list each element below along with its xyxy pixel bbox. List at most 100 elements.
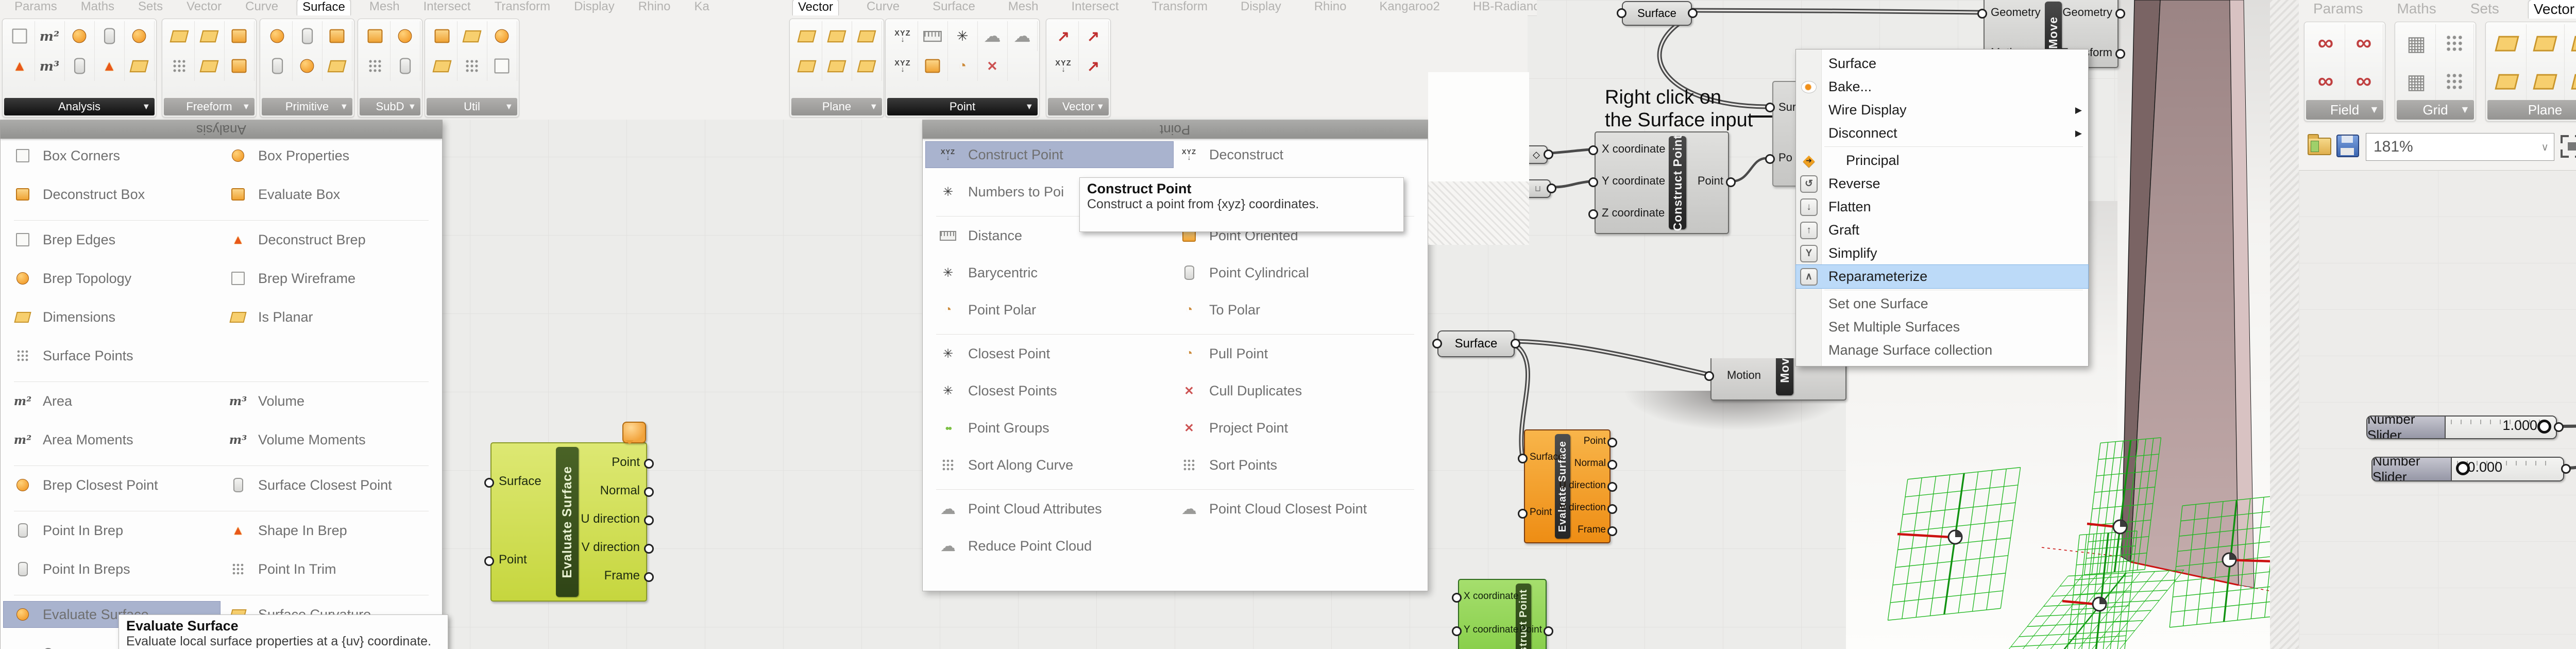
menu-item-area[interactable]: Area: [12, 388, 72, 414]
point-oriented-icon[interactable]: [918, 51, 948, 81]
plane-origin-icon[interactable]: [852, 21, 882, 51]
subd-box-icon[interactable]: [360, 21, 391, 51]
evaluate-surface-component-output-nub[interactable]: [644, 487, 654, 497]
tab-vector[interactable]: Vector: [181, 0, 227, 15]
evaluate-surface-component-orange-output-nub[interactable]: [1607, 504, 1617, 514]
menu-item-distance[interactable]: Distance: [937, 223, 1022, 248]
flip-icon[interactable]: [427, 51, 457, 81]
dropdown-arrow-icon[interactable]: ▼: [1096, 102, 1105, 112]
construct-plane-icon[interactable]: [822, 21, 852, 51]
menu-item-is-planar[interactable]: Is Planar: [227, 304, 313, 330]
number-slider-grip[interactable]: [2456, 461, 2470, 475]
extrude-icon[interactable]: [224, 21, 255, 51]
ribbon-group-label-primitive[interactable]: Primitive▼: [262, 98, 352, 115]
menu-item-pull-point[interactable]: Pull Point: [1178, 341, 1268, 367]
menu-item-point-groups[interactable]: Point Groups: [937, 415, 1049, 441]
context-item-set-multiple-surfaces[interactable]: Set Multiple Surfaces: [1796, 315, 2088, 339]
param-a-output-nub[interactable]: [1544, 149, 1553, 159]
context-item-graft[interactable]: ↑Graft: [1796, 219, 2088, 242]
radial-grid-icon[interactable]: [2435, 24, 2474, 62]
menu-item-to-polar[interactable]: To Polar: [1178, 297, 1260, 323]
construct-point-icon[interactable]: [888, 21, 918, 51]
number-slider-track[interactable]: 0.000: [2452, 458, 2563, 480]
dropdown-arrow-icon[interactable]: ▼: [408, 102, 416, 112]
plane-srf-icon[interactable]: [322, 51, 352, 81]
field-line-icon[interactable]: [2307, 24, 2345, 62]
menu-item-reduce-point-cloud[interactable]: Reduce Point Cloud: [937, 533, 1092, 559]
menu-item-deconstruct-brep[interactable]: Deconstruct Brep: [227, 227, 366, 253]
dropdown-arrow-icon[interactable]: ▼: [1025, 102, 1033, 112]
hexagonal-grid-icon[interactable]: [2397, 62, 2436, 101]
subd-sphere-icon[interactable]: [390, 21, 420, 51]
ribbon-group-label-grid[interactable]: Grid▼: [2397, 100, 2474, 120]
dropdown-arrow-icon[interactable]: ▼: [340, 102, 348, 112]
menu-item-cull-duplicates[interactable]: Cull Duplicates: [1178, 378, 1302, 404]
number-slider[interactable]: Number Slider1.000: [2366, 415, 2557, 439]
cylinder-icon[interactable]: [292, 21, 323, 51]
evaluate-surface-component-orange-output-nub[interactable]: [1607, 438, 1617, 447]
surface-param-node[interactable]: Surface: [1437, 330, 1515, 357]
menu-item-project-point[interactable]: Project Point: [1178, 415, 1288, 441]
field-spin-icon[interactable]: [2345, 24, 2383, 62]
dropdown-arrow-icon[interactable]: ▼: [2369, 104, 2379, 116]
menu-item-evaluate-box[interactable]: Evaluate Box: [227, 181, 340, 207]
tab-sets[interactable]: Sets: [133, 0, 168, 15]
dropdown-arrow-icon[interactable]: ▼: [870, 102, 878, 112]
move-component-output-nub[interactable]: [2115, 49, 2125, 59]
tab-transform[interactable]: Transform: [1147, 0, 1213, 15]
menu-item-brep-topology[interactable]: Brep Topology: [12, 265, 131, 291]
dropdown-arrow-icon[interactable]: ▼: [2460, 104, 2470, 116]
volume-icon[interactable]: [35, 51, 65, 81]
menu-item-brep-edges[interactable]: Brep Edges: [12, 227, 115, 253]
point-cloud-attributes-icon[interactable]: [977, 21, 1008, 51]
context-item-reparameterize[interactable]: ∧Reparameterize: [1796, 265, 2088, 288]
construct-point-component[interactable]: Construct PointX coordinateY coordinateZ…: [1595, 131, 1729, 234]
menu-item-point-in-trim[interactable]: Point In Trim: [227, 556, 336, 582]
menu-item-deconstruct-box[interactable]: Deconstruct Box: [12, 181, 145, 207]
vector-2pt-icon[interactable]: [1048, 21, 1079, 51]
tab-rhino[interactable]: Rhino: [633, 0, 676, 15]
sphere-pts-icon[interactable]: [262, 21, 293, 51]
context-item-surface[interactable]: Surface: [1796, 52, 2088, 75]
menu-item-dimensions[interactable]: Dimensions: [12, 304, 115, 330]
cone-icon[interactable]: [262, 51, 293, 81]
plane-normal-icon[interactable]: [822, 51, 852, 81]
menu-item-sort-along-curve[interactable]: Sort Along Curve: [937, 452, 1073, 478]
dropdown-arrow-icon[interactable]: ▼: [505, 102, 513, 112]
tab-curve[interactable]: Curve: [240, 0, 283, 15]
context-item-disconnect[interactable]: Disconnect▶: [1796, 122, 2088, 145]
fillet-edge-icon[interactable]: [487, 21, 517, 51]
tab-display[interactable]: Display: [1235, 0, 1286, 15]
tab-mesh[interactable]: Mesh: [364, 0, 405, 15]
dropdown-arrow-icon[interactable]: ▼: [142, 102, 150, 112]
vector-length-icon[interactable]: [1078, 51, 1109, 81]
deconstruct-point-icon[interactable]: [888, 51, 918, 81]
isotrim-icon[interactable]: [457, 51, 487, 81]
evaluate-surface-component-output-nub[interactable]: [644, 544, 654, 554]
menu-item-construct-point[interactable]: Construct Point: [937, 142, 1063, 168]
ribbon-group-label-freeform[interactable]: Freeform▼: [164, 98, 255, 115]
surface-param-node-2[interactable]: Surface: [1622, 1, 1692, 26]
menu-item-sort-points[interactable]: Sort Points: [1178, 452, 1277, 478]
align-plane-icon[interactable]: [792, 51, 822, 81]
evaluate-surface-component-orange-output-nub[interactable]: [1607, 482, 1617, 492]
xy-plane-icon[interactable]: [792, 21, 822, 51]
slider-output-nub[interactable]: [2554, 422, 2564, 432]
menu-item-barycentric[interactable]: Barycentric: [937, 260, 1038, 286]
evaluate-surface-component-output-nub[interactable]: [644, 459, 654, 469]
merge-fields-icon[interactable]: [2345, 62, 2383, 101]
network-surface-icon[interactable]: [164, 51, 195, 81]
tab-vector[interactable]: Vector: [792, 0, 839, 16]
tab-rhino[interactable]: Rhino: [1309, 0, 1352, 15]
menu-item-os[interactable]: Os: [12, 640, 61, 649]
construct-point-component-green-output-nub[interactable]: [1544, 626, 1553, 636]
context-item-principal[interactable]: Principal: [1796, 149, 2088, 172]
surface-curvature-icon[interactable]: [124, 51, 155, 81]
ribbon-group-label-plane[interactable]: Plane▼: [2487, 100, 2576, 120]
dropdown-arrow-icon[interactable]: ▼: [242, 102, 250, 112]
param-b-output-nub[interactable]: [1547, 184, 1556, 193]
number-slider-grip[interactable]: [2537, 420, 2551, 434]
context-item-wire-display[interactable]: Wire Display▶: [1796, 98, 2088, 122]
move-component-output-nub[interactable]: [2115, 9, 2125, 19]
menu-item-surface-closest-point[interactable]: Surface Closest Point: [227, 472, 392, 498]
